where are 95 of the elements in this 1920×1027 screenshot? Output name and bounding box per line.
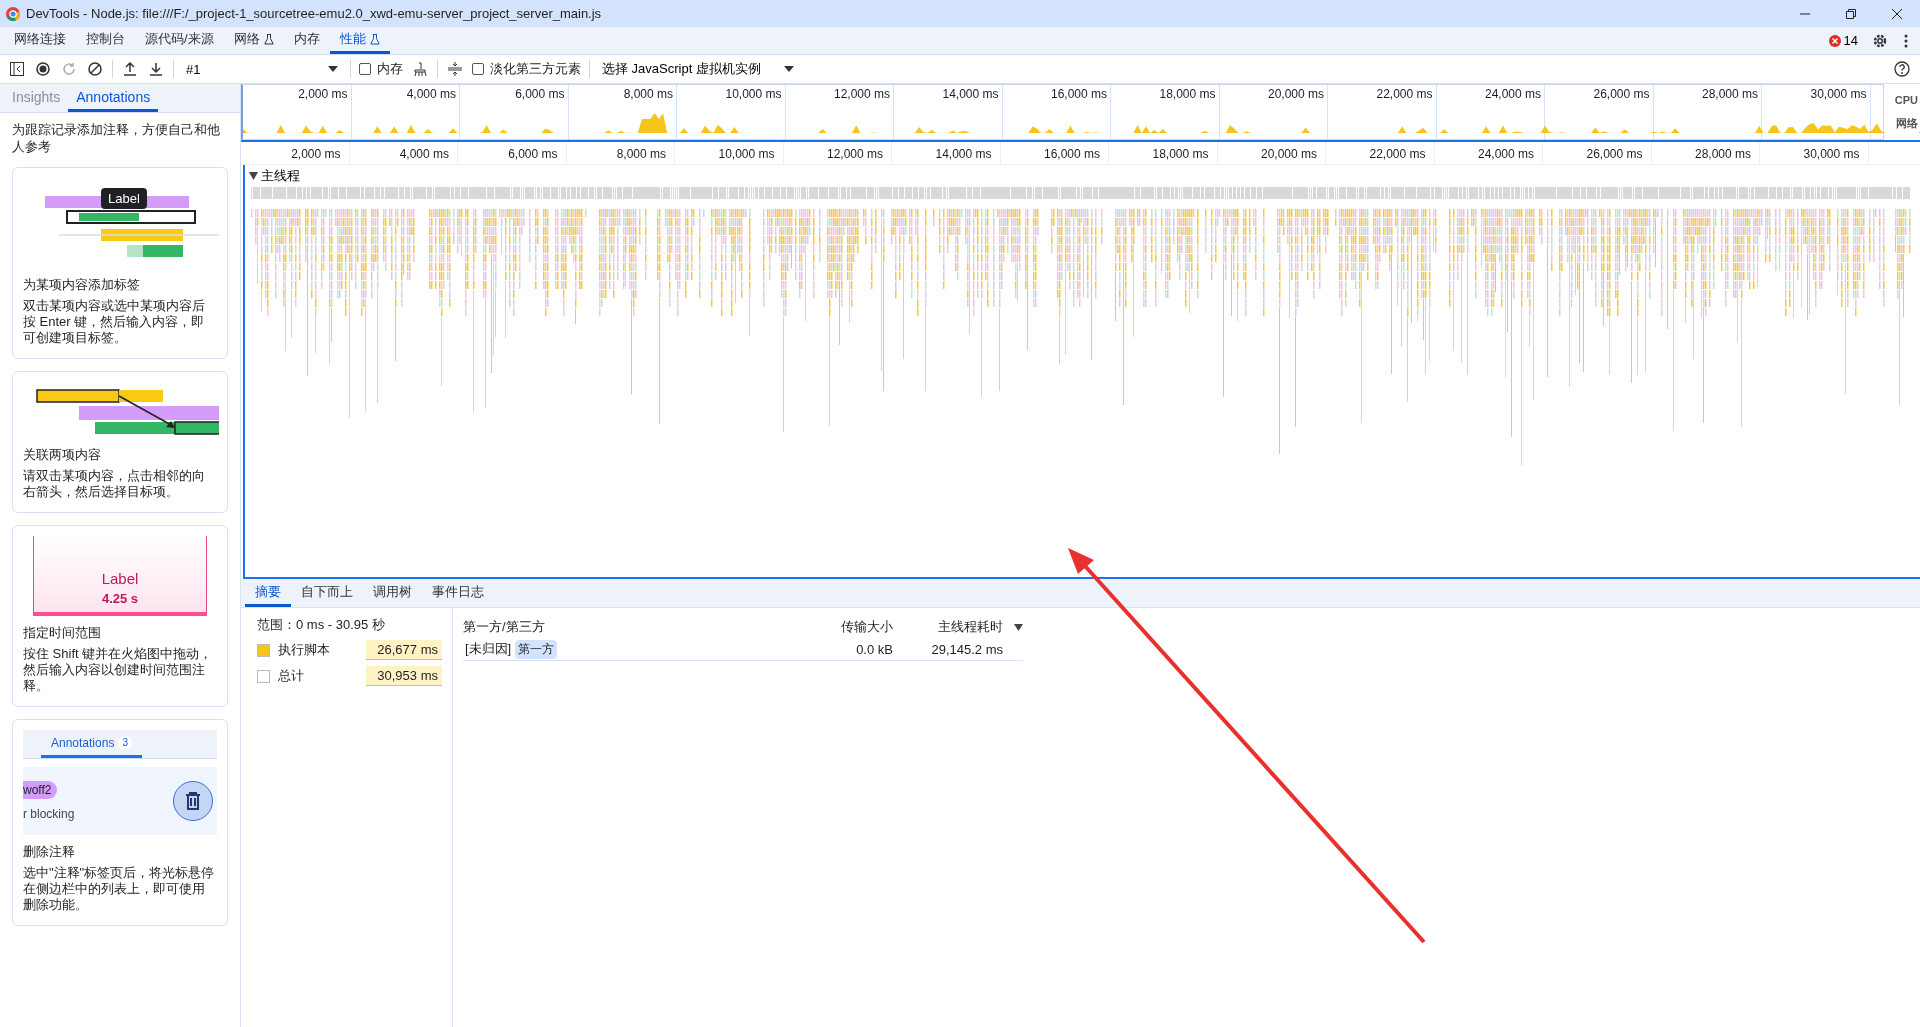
panel-tab[interactable]: 源代码/来源 bbox=[135, 27, 224, 54]
legend-value: 26,677 ms bbox=[366, 640, 442, 660]
time-tick: 16,000 ms bbox=[1050, 86, 1107, 103]
restore-icon bbox=[1846, 8, 1856, 19]
first-party-badge: 第一方 bbox=[515, 639, 558, 659]
time-tick: 28,000 ms bbox=[1701, 86, 1758, 103]
sidebar-tab[interactable]: Annotations bbox=[68, 84, 159, 112]
delete-button[interactable] bbox=[173, 781, 213, 821]
help-icon[interactable] bbox=[1892, 59, 1912, 79]
count-badge: 3 bbox=[118, 735, 133, 750]
dropdown-caret-icon bbox=[784, 66, 794, 72]
panel-tab[interactable]: 内存 bbox=[283, 27, 330, 54]
time-tick: 18,000 ms bbox=[1159, 86, 1216, 103]
intro-text: 为跟踪记录添加注释，方便自己和他人参考 bbox=[12, 121, 221, 155]
card-title: 删除注释 bbox=[23, 843, 76, 861]
expand-triangle-icon bbox=[249, 172, 258, 180]
card-title: 为某项内容添加标签 bbox=[23, 276, 141, 294]
time-tick: 2,000 ms bbox=[298, 86, 348, 103]
time-tick: 28,000 ms bbox=[1694, 146, 1751, 161]
card-description: 双击某项内容或选中某项内容后按 Enter 键，然后输入内容，即可创建项目标签。 bbox=[23, 298, 206, 346]
panel-tab[interactable]: 性能 bbox=[329, 27, 390, 54]
time-tick: 18,000 ms bbox=[1152, 146, 1209, 161]
panel-tab[interactable]: 网络连接 bbox=[4, 27, 76, 54]
time-tick: 6,000 ms bbox=[515, 86, 565, 103]
track-name: CPU bbox=[1894, 93, 1918, 106]
dim-third-party-checkbox[interactable]: 淡化第三方元素 bbox=[472, 60, 581, 78]
time-tick: 8,000 ms bbox=[616, 146, 666, 161]
column-header: 传输大小 bbox=[840, 618, 893, 636]
time-tick: 2,000 ms bbox=[291, 146, 341, 161]
details-tab[interactable]: 调用树 bbox=[363, 579, 422, 607]
time-tick: 26,000 ms bbox=[1593, 86, 1650, 103]
collapse-icon[interactable] bbox=[446, 60, 464, 78]
clear-icon[interactable] bbox=[86, 60, 104, 78]
card-description: 按住 Shift 键并在火焰图中拖动，然后输入内容以创建时间范围注释。 bbox=[23, 646, 214, 694]
time-tick: 30,000 ms bbox=[1803, 146, 1860, 161]
time-tick: 12,000 ms bbox=[833, 86, 890, 103]
range-text: 范围：0 ms - 30.95 秒 bbox=[257, 616, 386, 634]
time-tick: 10,000 ms bbox=[718, 146, 775, 161]
recording-select[interactable]: #1 bbox=[182, 61, 342, 77]
close-icon bbox=[1892, 8, 1902, 19]
entry-label: woff2 bbox=[23, 781, 58, 799]
entry-text: r blocking bbox=[23, 807, 76, 821]
error-count-button[interactable]: 14 bbox=[1828, 33, 1858, 48]
time-tick: 12,000 ms bbox=[826, 146, 883, 161]
card-description: 选中"注释"标签页后，将光标悬停在侧边栏中的列表上，即可使用删除功能。 bbox=[23, 865, 216, 913]
upload-icon[interactable] bbox=[121, 60, 139, 78]
time-tick: 16,000 ms bbox=[1043, 146, 1100, 161]
range-duration: 4.25 s bbox=[101, 591, 139, 606]
range-label: Label bbox=[101, 570, 139, 587]
time-tick: 24,000 ms bbox=[1484, 86, 1541, 103]
time-tick: 4,000 ms bbox=[399, 146, 449, 161]
time-tick: 8,000 ms bbox=[623, 86, 673, 103]
card-description: 请双击某项内容，点击相邻的向右箭头，然后选择目标项。 bbox=[23, 468, 206, 500]
track-name: 网络 bbox=[1896, 115, 1918, 131]
record-icon[interactable] bbox=[34, 60, 52, 78]
column-header[interactable]: 主线程耗时 bbox=[893, 618, 1003, 636]
time-tick: 14,000 ms bbox=[935, 146, 992, 161]
details-tab[interactable]: 事件日志 bbox=[422, 579, 494, 607]
table-cell-text: 29,145.2 ms bbox=[930, 641, 1003, 657]
time-tick: 22,000 ms bbox=[1369, 146, 1426, 161]
trash-icon bbox=[184, 791, 202, 811]
main-thread-track-header[interactable]: 主线程 bbox=[245, 165, 304, 187]
panel-tab[interactable]: 控制台 bbox=[76, 27, 135, 54]
time-tick: 6,000 ms bbox=[508, 146, 558, 161]
card-title: 关联两项内容 bbox=[23, 446, 102, 464]
vm-instance-select[interactable]: 选择 JavaScript 虚拟机实例 bbox=[598, 60, 798, 78]
details-tab[interactable]: 自下而上 bbox=[291, 579, 363, 607]
time-tick: 10,000 ms bbox=[725, 86, 782, 103]
sort-descending-icon bbox=[1014, 623, 1023, 631]
sidebar-toggle-icon[interactable] bbox=[8, 60, 26, 78]
details-tab[interactable]: 摘要 bbox=[245, 579, 291, 607]
table-cell: [未归因] bbox=[465, 640, 512, 658]
download-icon[interactable] bbox=[147, 60, 165, 78]
browser-logo-icon bbox=[6, 6, 20, 21]
time-tick: 26,000 ms bbox=[1586, 146, 1643, 161]
panel-tab[interactable]: 网络 bbox=[223, 27, 284, 54]
time-tick: 4,000 ms bbox=[406, 86, 456, 103]
label-tooltip: Label bbox=[101, 188, 147, 209]
legend-value: 30,953 ms bbox=[366, 666, 442, 686]
dropdown-caret-icon bbox=[328, 66, 338, 72]
time-tick: 14,000 ms bbox=[942, 86, 999, 103]
time-tick: 30,000 ms bbox=[1810, 86, 1867, 103]
time-tick: 24,000 ms bbox=[1477, 146, 1534, 161]
time-tick: 20,000 ms bbox=[1267, 86, 1324, 103]
card-title: 指定时间范围 bbox=[23, 624, 102, 642]
legend-label: 执行脚本 bbox=[278, 641, 331, 659]
table-cell-text: 0.0 kB bbox=[855, 641, 893, 657]
window-title: DevTools - Node.js: file:///F:/_project-1_sourcetree-emu2.0_xwd-emu-server_project_server_main.js bbox=[26, 6, 602, 21]
legend-label: 总计 bbox=[278, 667, 305, 685]
time-tick: 20,000 ms bbox=[1260, 146, 1317, 161]
column-header: 第一方/第三方 bbox=[463, 618, 546, 636]
error-icon bbox=[1828, 34, 1841, 47]
broom-icon[interactable] bbox=[411, 60, 429, 78]
memory-checkbox[interactable]: 内存 bbox=[359, 60, 403, 78]
time-tick: 22,000 ms bbox=[1376, 86, 1433, 103]
